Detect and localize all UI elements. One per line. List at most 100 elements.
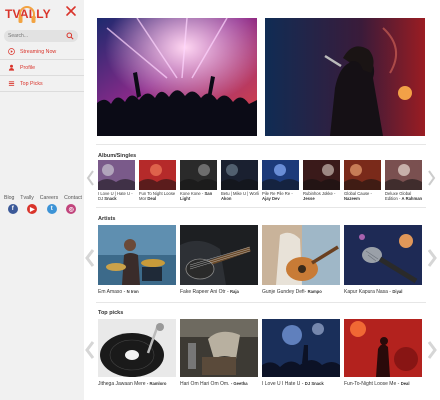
sidebar-item-top-picks[interactable]: Top Picks	[0, 76, 84, 92]
top-pick-image-gramophone	[180, 319, 258, 377]
search-icon[interactable]	[66, 32, 74, 40]
album-cover-image	[139, 160, 176, 190]
play-icon	[8, 48, 15, 55]
top-pick-image-vinyl	[98, 319, 176, 377]
album-artist: Jesse	[303, 196, 315, 201]
headphones-icon	[18, 6, 36, 23]
artist-image-microphone	[344, 225, 422, 285]
sidebar-item-label: Profile	[20, 64, 36, 71]
artist-card[interactable]	[98, 225, 176, 285]
album-caption: Kone Kone - San Light	[180, 191, 219, 201]
artist-image-guitarist	[180, 225, 258, 285]
artist-card[interactable]	[344, 225, 422, 285]
banner-concert-crowd[interactable]	[97, 18, 257, 136]
footer-link-careers[interactable]: Careers	[40, 195, 58, 201]
search-input[interactable]	[8, 31, 64, 41]
sidebar-item-streaming-now[interactable]: Streaming Now	[0, 44, 84, 60]
artist-caption: Fake Rapeer Ani Otr - Raja	[180, 289, 239, 295]
top-pick-card[interactable]	[344, 319, 422, 377]
artists-prev-arrow[interactable]	[85, 248, 95, 268]
album-caption: I Love U | Hate U - DJ Snack	[98, 191, 137, 201]
album-caption: Global Cause - Nazeem	[344, 191, 383, 201]
main-content: Album/Singles I Love U | Hate U - DJ Sna…	[84, 0, 440, 400]
top-picks-next-arrow[interactable]	[427, 340, 437, 360]
user-icon	[8, 64, 15, 71]
album-card[interactable]	[98, 160, 135, 190]
album-cover-image	[303, 160, 340, 190]
section-divider	[96, 207, 426, 208]
section-divider	[96, 144, 426, 145]
album-caption: Betu | Mike U | Worli Akon	[221, 191, 260, 201]
tvally-logo[interactable]: TVALLY	[5, 3, 61, 25]
close-icon[interactable]	[64, 4, 78, 18]
album-caption: Fun To Night Loose Mor Deal	[139, 191, 178, 201]
album-card[interactable]	[385, 160, 422, 190]
singer-image	[265, 18, 425, 136]
album-artist: Akon	[221, 196, 232, 201]
sidebar-nav: Streaming Now Profile Top Picks	[0, 44, 84, 92]
top-pick-card[interactable]	[98, 319, 176, 377]
sidebar: TVALLY Streaming Now Pro	[0, 0, 84, 400]
album-artist: Deal	[147, 196, 157, 201]
banner-singer[interactable]	[265, 18, 425, 136]
top-pick-caption: I Love U I Hate U - DJ Snack	[262, 381, 324, 387]
facebook-icon[interactable]: f	[7, 204, 18, 214]
album-artist: Snack	[104, 196, 117, 201]
artist-card[interactable]	[262, 225, 340, 285]
album-singles-title: Album/Singles	[98, 153, 137, 159]
top-pick-image-performer	[344, 319, 422, 377]
sidebar-item-profile[interactable]: Profile	[0, 60, 84, 76]
album-cover-image	[344, 160, 381, 190]
instagram-icon[interactable]: ◎	[66, 204, 77, 214]
album-artist: Ajay Dev	[262, 196, 280, 201]
artist-caption: Gunje Gundey Defi- Rampo	[262, 289, 322, 295]
artist-caption: Kapur Kapura Nasa - Diyal	[344, 289, 403, 295]
album-card[interactable]	[303, 160, 340, 190]
top-picks-prev-arrow[interactable]	[85, 340, 95, 360]
album-next-arrow[interactable]	[427, 168, 437, 188]
sidebar-item-label: Streaming Now	[20, 48, 57, 55]
artist-card[interactable]	[180, 225, 258, 285]
footer-link-blog[interactable]: Blog	[4, 195, 14, 201]
album-card[interactable]	[180, 160, 217, 190]
album-artist: A Rahman	[401, 196, 423, 201]
concert-crowd-image	[97, 18, 257, 136]
list-icon	[8, 81, 15, 86]
album-card[interactable]	[139, 160, 176, 190]
album-title: Fun To Night Loose Mor	[139, 191, 176, 201]
album-card[interactable]	[344, 160, 381, 190]
top-picks-title: Top picks	[98, 310, 124, 316]
footer-links: Blog Tvally Careers Contact	[4, 195, 82, 201]
artist-image-acoustic	[262, 225, 340, 285]
footer-link-tvally[interactable]: Tvally	[20, 195, 34, 201]
album-caption: Rubinhos Jokke - Jesse	[303, 191, 342, 201]
artists-next-arrow[interactable]	[427, 248, 437, 268]
footer-link-contact[interactable]: Contact	[64, 195, 82, 201]
artists-title: Artists	[98, 216, 116, 222]
top-pick-card[interactable]	[180, 319, 258, 377]
twitter-icon[interactable]: t	[46, 204, 57, 214]
top-pick-caption: Hari Om Hari Om Om. - Geetha	[180, 381, 248, 387]
album-cover-image	[180, 160, 217, 190]
album-card[interactable]	[262, 160, 299, 190]
album-prev-arrow[interactable]	[85, 168, 95, 188]
artist-image-drummer	[98, 225, 176, 285]
album-cover-image	[221, 160, 258, 190]
album-cover-image	[262, 160, 299, 190]
top-pick-image-stage	[262, 319, 340, 377]
album-caption: Pile Re Pile Re - Ajay Dev	[262, 191, 301, 201]
album-cover-image	[385, 160, 422, 190]
album-caption: Deluxe Global Edition - A Rahman	[385, 191, 424, 201]
search-bar	[4, 30, 78, 42]
album-artist: Nazeem	[344, 196, 360, 201]
album-card[interactable]	[221, 160, 258, 190]
album-cover-image	[98, 160, 135, 190]
top-pick-caption: Fun-To-Night Loose Me - Deal	[344, 381, 410, 387]
section-divider	[96, 302, 426, 303]
sidebar-item-label: Top Picks	[20, 80, 43, 87]
top-pick-card[interactable]	[262, 319, 340, 377]
social-links: f ▶ t ◎	[3, 203, 81, 215]
youtube-icon[interactable]: ▶	[27, 204, 38, 214]
artist-caption: Em Amaso - N Iron	[98, 289, 139, 295]
top-pick-caption: Jithega Jawaan Mere - Ramloro	[98, 381, 167, 387]
